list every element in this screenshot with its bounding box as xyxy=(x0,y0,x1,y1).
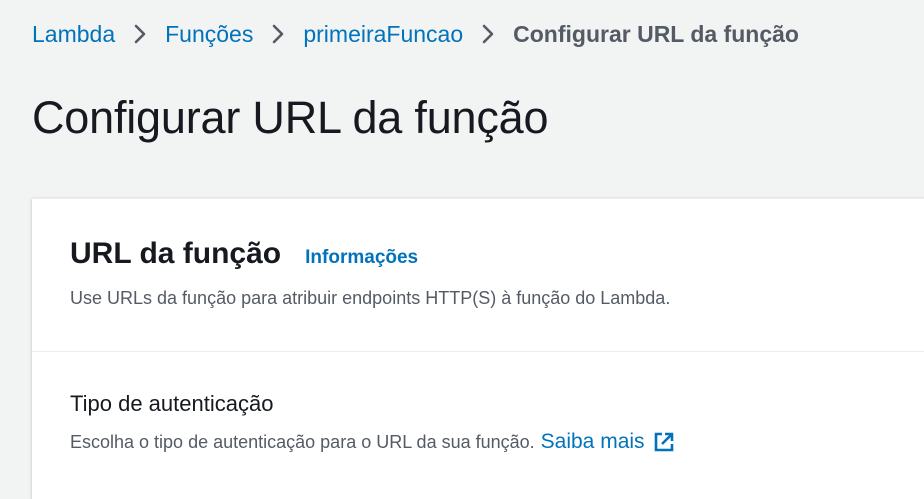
external-link-icon xyxy=(653,431,675,453)
auth-type-description-row: Escolha o tipo de autenticação para o UR… xyxy=(70,430,675,454)
breadcrumb: Lambda Funções primeiraFuncao Configurar… xyxy=(32,18,799,50)
auth-type-label: Tipo de autenticação xyxy=(70,391,274,416)
breadcrumb-current: Configurar URL da função xyxy=(513,20,799,47)
breadcrumb-lambda[interactable]: Lambda xyxy=(32,21,115,48)
panel-header: URL da função Informações Use URLs da fu… xyxy=(32,199,924,352)
function-url-panel: URL da função Informações Use URLs da fu… xyxy=(32,198,924,499)
chevron-right-icon xyxy=(133,23,147,45)
chevron-right-icon xyxy=(271,23,285,45)
panel-description: Use URLs da função para atribuir endpoin… xyxy=(70,288,671,308)
breadcrumb-funcoes[interactable]: Funções xyxy=(165,21,253,48)
learn-more-label: Saiba mais xyxy=(540,430,645,453)
chevron-right-icon xyxy=(481,23,495,45)
panel-title-row: URL da função Informações xyxy=(70,237,418,271)
auth-type-description: Escolha o tipo de autenticação para o UR… xyxy=(70,431,535,452)
breadcrumb-primeira-funcao[interactable]: primeiraFuncao xyxy=(303,21,463,48)
learn-more-link[interactable]: Saiba mais xyxy=(541,430,675,454)
page-title: Configurar URL da função xyxy=(32,92,549,143)
panel-title: URL da função xyxy=(70,237,282,270)
info-link[interactable]: Informações xyxy=(305,247,418,269)
